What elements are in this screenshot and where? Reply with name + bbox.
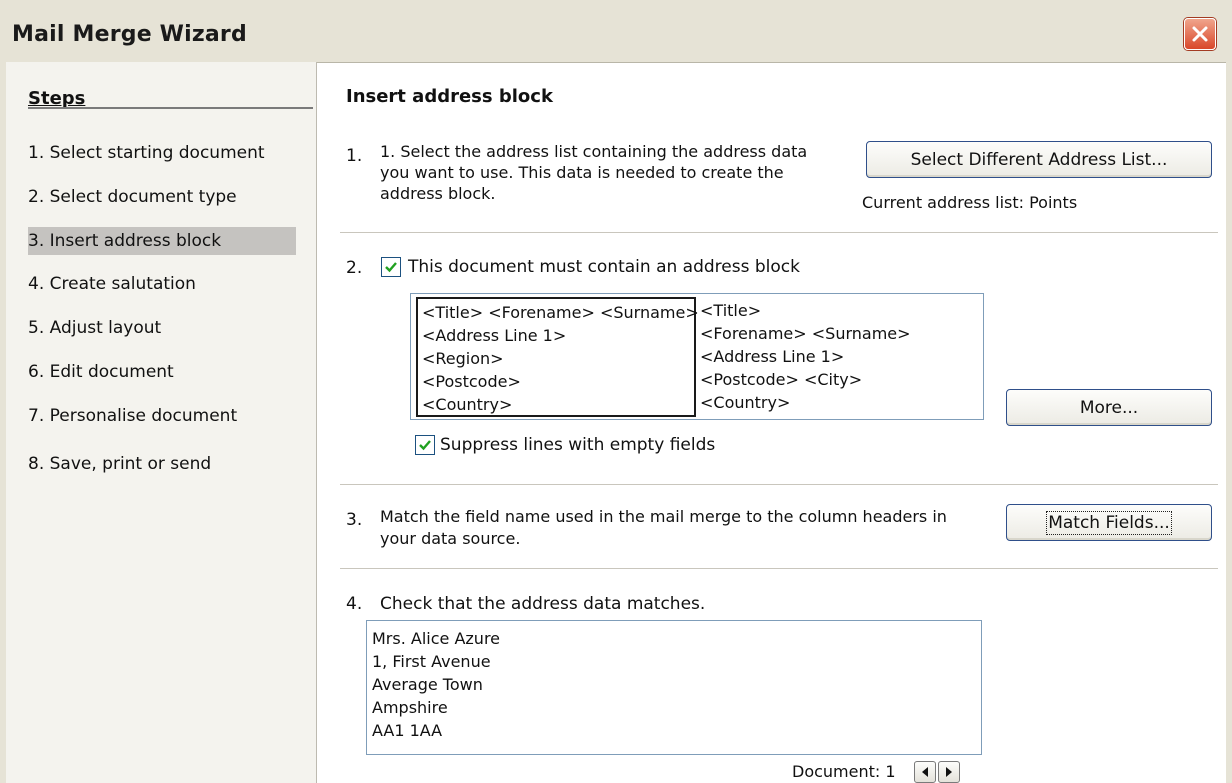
block-1-line-2: <Address Line 1> — [422, 326, 567, 345]
step-edit-document[interactable]: 6. Edit document — [28, 358, 296, 386]
section-4-number: 4. — [346, 594, 363, 614]
block-1-line-5: <Country> — [422, 395, 513, 414]
suppress-empty-fields-label: Suppress lines with empty fields — [440, 435, 716, 455]
more-button[interactable]: More... — [1006, 389, 1212, 426]
section-1-number: 1. — [346, 146, 363, 166]
address-block-option-1[interactable]: <Title> <Forename> <Surname> <Address Li… — [416, 297, 699, 417]
arrow-right-icon — [946, 767, 952, 777]
preview-line-1: Mrs. Alice Azure — [372, 629, 501, 648]
check-icon — [419, 440, 431, 451]
window-title: Mail Merge Wizard — [12, 22, 247, 47]
select-address-list-button[interactable]: Select Different Address List... — [866, 141, 1212, 178]
block-1-line-4: <Postcode> — [422, 372, 521, 391]
separator — [340, 232, 1218, 233]
address-preview: Mrs. Alice Azure 1, First Avenue Average… — [366, 620, 982, 755]
separator — [340, 484, 1218, 485]
address-block-checkbox[interactable] — [381, 257, 401, 277]
preview-line-3: Average Town — [372, 675, 483, 694]
step-select-document-type[interactable]: 2. Select document type — [28, 183, 296, 211]
previous-document-button[interactable] — [914, 761, 936, 783]
match-fields-button[interactable]: Match Fields... — [1006, 504, 1212, 541]
close-icon — [1192, 26, 1208, 42]
block-1-line-1: <Title> <Forename> <Surname> — [422, 303, 699, 322]
step-select-starting-document[interactable]: 1. Select starting document — [28, 139, 296, 167]
window-frame-right — [1226, 62, 1232, 783]
step-create-salutation[interactable]: 4. Create salutation — [28, 270, 296, 298]
step-adjust-layout[interactable]: 5. Adjust layout — [28, 314, 296, 342]
block-2-line-5: <Country> — [700, 393, 791, 412]
steps-divider — [28, 107, 313, 109]
section-2-number: 2. — [346, 258, 363, 278]
section-4-label: Check that the address data matches. — [380, 594, 706, 614]
block-2-line-1: <Title> — [700, 301, 762, 320]
current-address-list: Current address list: Points — [862, 193, 1078, 212]
step-personalise-document[interactable]: 7. Personalise document — [28, 402, 296, 430]
section-3-line-1: Match the field name used in the mail me… — [380, 507, 947, 526]
steps-heading: Steps — [28, 88, 86, 109]
close-button[interactable] — [1184, 18, 1216, 50]
block-2-line-3: <Address Line 1> — [700, 347, 845, 366]
preview-line-2: 1, First Avenue — [372, 652, 491, 671]
step-save-print-send[interactable]: 8. Save, print or send — [28, 450, 296, 478]
section-1-line-1: 1. Select the address list containing th… — [380, 142, 808, 161]
section-3-line-2: your data source. — [380, 529, 521, 548]
match-fields-button-label: Match Fields... — [1046, 510, 1172, 535]
section-1-line-2: you want to use. This data is needed to … — [380, 163, 784, 182]
block-2-line-4: <Postcode> <City> — [700, 370, 863, 389]
select-address-list-label: Select Different Address List... — [910, 149, 1168, 170]
preview-line-4: Ampshire — [372, 698, 448, 717]
block-2-line-2: <Forename> <Surname> — [700, 324, 911, 343]
page-title: Insert address block — [346, 86, 553, 107]
suppress-empty-fields-checkbox[interactable] — [415, 435, 435, 455]
separator — [340, 568, 1218, 569]
step-insert-address-block[interactable]: 3. Insert address block — [28, 227, 296, 255]
check-icon — [385, 262, 397, 273]
next-document-button[interactable] — [938, 761, 960, 783]
address-block-checkbox-label: This document must contain an address bl… — [408, 257, 800, 277]
document-counter: Document: 1 — [792, 762, 896, 781]
block-1-line-3: <Region> — [422, 349, 504, 368]
more-button-label: More... — [1079, 397, 1139, 418]
arrow-left-icon — [922, 767, 928, 777]
address-block-option-2[interactable]: <Title> <Forename> <Surname> <Address Li… — [700, 299, 978, 415]
preview-line-5: AA1 1AA — [372, 721, 443, 740]
section-3-number: 3. — [346, 510, 363, 530]
section-1-line-3: address block. — [380, 184, 496, 203]
